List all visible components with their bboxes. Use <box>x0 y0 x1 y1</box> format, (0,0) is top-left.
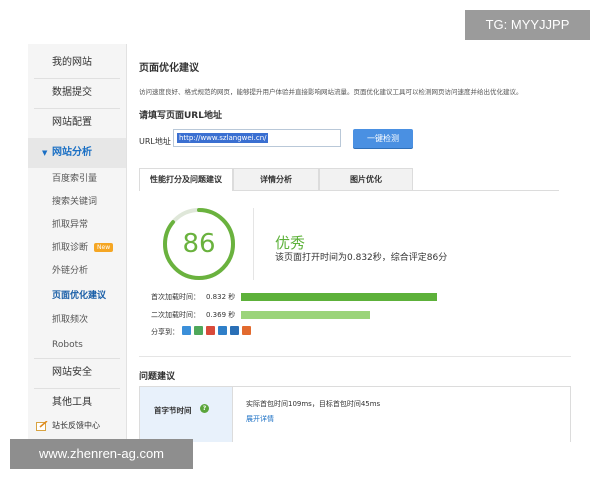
sidebar-subitem-robots[interactable]: Robots <box>28 334 126 356</box>
issue-name: 首字节时间 <box>154 406 192 415</box>
share-label: 分享到： <box>151 328 179 336</box>
watermark-bottom-left: www.zhenren-ag.com <box>10 439 193 469</box>
main-content: 页面优化建议 访问速度良好、格式规范的网页，能够提升用户体验并直接影响网站流量。… <box>127 44 574 442</box>
sidebar-subitem-index[interactable]: 百度索引量 <box>28 168 126 190</box>
plus-share-icon[interactable] <box>182 326 191 335</box>
issue-name-cell: 首字节时间 ? <box>140 387 233 442</box>
first-load-bar-fill <box>241 293 437 301</box>
renren-share-icon[interactable] <box>230 326 239 335</box>
sidebar: 我的网站 数据提交 网站配置 ▼ 网站分析 百度索引量 搜索关键词 抓取异常 抓… <box>28 44 127 442</box>
sidebar-item-site-config[interactable]: 网站配置 <box>28 108 126 138</box>
tab-performance[interactable]: 性能打分及问题建议 <box>139 168 233 191</box>
sidebar-subitem-crawl-frequency[interactable]: 抓取频次 <box>28 309 126 331</box>
first-load-bar <box>241 293 437 301</box>
qzone-share-icon[interactable] <box>194 326 203 335</box>
tab-image-optimization[interactable]: 图片优化 <box>319 168 413 190</box>
sidebar-subitem-keywords[interactable]: 搜索关键词 <box>28 191 126 213</box>
sidebar-item-site-security[interactable]: 网站安全 <box>28 358 126 388</box>
first-load-label: 首次加载时间： <box>151 293 200 301</box>
sidebar-subitem-label: 抓取诊断 <box>52 243 89 253</box>
kaixin-share-icon[interactable] <box>242 326 251 335</box>
expand-details-link[interactable]: 展开详情 <box>246 414 274 424</box>
sidebar-subitem-backlinks[interactable]: 外链分析 <box>28 260 126 282</box>
feedback-label: 站长反馈中心 <box>52 421 100 430</box>
sidebar-item-label: 网站分析 <box>52 147 92 158</box>
sidebar-subitem-crawl-errors[interactable]: 抓取异常 <box>28 214 126 236</box>
page-description: 访问速度良好、格式规范的网页，能够提升用户体验并直接影响网站流量。页面优化建议工… <box>139 88 523 96</box>
divider <box>253 208 254 280</box>
divider <box>139 356 571 357</box>
page-title: 页面优化建议 <box>139 63 199 74</box>
new-badge: New <box>94 243 114 252</box>
url-input-value: http://www.szlangwei.cn/ <box>177 133 269 143</box>
feedback-center-link[interactable]: 站长反馈中心 <box>36 419 100 431</box>
watermark-top-right: TG: MYYJJPP <box>465 10 590 40</box>
sidebar-subitem-crawl-diagnosis[interactable]: 抓取诊断 New <box>28 237 126 259</box>
issues-title: 问题建议 <box>139 372 176 382</box>
caret-down-icon: ▼ <box>42 149 48 157</box>
feedback-icon <box>36 419 48 431</box>
score-gauge: 86 <box>159 204 239 284</box>
url-section-title: 请填写页面URL地址 <box>139 111 222 121</box>
url-input[interactable]: http://www.szlangwei.cn/ <box>173 129 341 147</box>
second-load-value: 0.369 秒 <box>206 311 236 319</box>
url-label: URL地址 <box>139 137 171 146</box>
help-icon[interactable]: ? <box>200 404 209 413</box>
second-load-bar-fill <box>241 311 371 319</box>
weibo-share-icon[interactable] <box>206 326 215 335</box>
tab-detail-analysis[interactable]: 详情分析 <box>233 168 319 190</box>
sidebar-subitem-page-optimization[interactable]: 页面优化建议 <box>28 285 126 307</box>
check-button[interactable]: 一键检测 <box>353 129 413 148</box>
score-value: 86 <box>182 229 216 259</box>
sidebar-item-my-site[interactable]: 我的网站 <box>28 48 126 78</box>
second-load-bar <box>241 311 437 319</box>
sidebar-item-data-submit[interactable]: 数据提交 <box>28 78 126 108</box>
sidebar-item-other-tools[interactable]: 其他工具 <box>28 388 126 418</box>
first-load-value: 0.832 秒 <box>206 293 236 301</box>
tencent-share-icon[interactable] <box>218 326 227 335</box>
second-load-label: 二次加载时间： <box>151 311 200 319</box>
issue-row: 首字节时间 ? 实际首包时间109ms，目标首包时间45ms 展开详情 <box>139 386 571 442</box>
sidebar-item-site-analysis[interactable]: ▼ 网站分析 <box>28 138 126 168</box>
result-tabs: 性能打分及问题建议 详情分析 图片优化 <box>139 168 559 191</box>
issue-detail: 实际首包时间109ms，目标首包时间45ms <box>246 400 381 408</box>
grade-description: 该页面打开时间为0.832秒，综合评定86分 <box>275 253 448 263</box>
app-frame: 我的网站 数据提交 网站配置 ▼ 网站分析 百度索引量 搜索关键词 抓取异常 抓… <box>28 44 574 442</box>
